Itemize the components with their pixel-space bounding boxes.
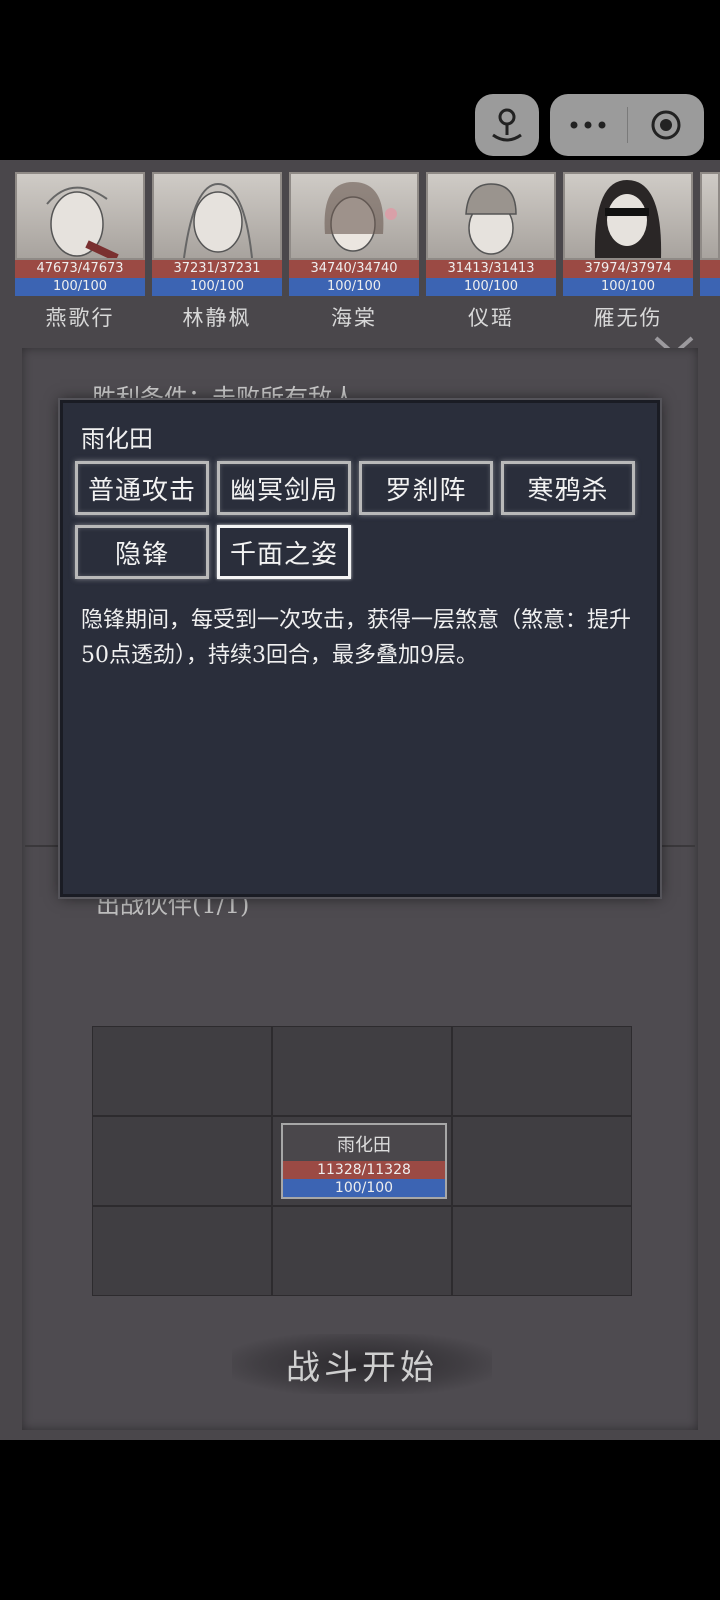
hero-portrait (563, 172, 693, 260)
hero-portrait (426, 172, 556, 260)
more-dots-icon (570, 121, 606, 129)
formation-cell[interactable] (92, 1026, 272, 1116)
hero-roster: 47673/47673 100/100 燕歌行 37231/37231 100/… (15, 172, 720, 342)
hero-card[interactable]: 31413/31413 100/100 仪瑶 (426, 172, 556, 330)
joystick-button[interactable] (475, 94, 539, 156)
hero-card[interactable]: 34740/34740 100/100 海棠 (289, 172, 419, 330)
hero-name: 海棠 (331, 306, 377, 330)
unit-hp-bar: 11328/11328 (283, 1161, 445, 1179)
hero-card[interactable]: 37231/37231 100/100 林静枫 (152, 172, 282, 330)
hero-card[interactable]: 37974/37974 100/100 雁无伤 (563, 172, 693, 330)
hero-portrait (15, 172, 145, 260)
close-button[interactable] (628, 94, 705, 156)
hero-card-partial[interactable] (700, 172, 720, 302)
skill-button[interactable]: 普通攻击 (75, 461, 209, 515)
hero-hp-bar: 47673/47673 (15, 260, 145, 278)
hero-hp-bar: 34740/34740 (289, 260, 419, 278)
skill-dialog: 雨化田 普通攻击 幽冥剑局 罗刹阵 寒鸦杀 隐锋 千面之姿 隐锋期间，每受到一次… (60, 400, 660, 897)
hero-mp-bar: 100/100 (289, 278, 419, 296)
unit-mp-bar: 100/100 (283, 1179, 445, 1197)
formation-cell[interactable] (452, 1116, 632, 1206)
unit-name: 雨化田 (337, 1135, 391, 1156)
formation-cell[interactable] (92, 1206, 272, 1296)
skill-button[interactable]: 幽冥剑局 (217, 461, 351, 515)
hero-mp-bar: 100/100 (152, 278, 282, 296)
hero-card[interactable]: 47673/47673 100/100 燕歌行 (15, 172, 145, 330)
hero-hp-bar: 37974/37974 (563, 260, 693, 278)
capsule-menu (550, 94, 704, 156)
skill-description: 隐锋期间，每受到一次攻击，获得一层煞意（煞意：提升50点透劲），持续3回合，最多… (81, 608, 632, 668)
hero-name: 燕歌行 (45, 306, 115, 330)
joystick-icon (492, 108, 522, 142)
skill-button[interactable]: 罗刹阵 (359, 461, 493, 515)
hero-mp-bar (700, 278, 720, 296)
hero-portrait (289, 172, 419, 260)
dialog-title: 雨化田 (81, 425, 153, 453)
unit-card[interactable]: 雨化田 11328/11328 100/100 (281, 1123, 447, 1199)
skill-button[interactable]: 隐锋 (75, 525, 209, 579)
skill-button-selected[interactable]: 千面之姿 (217, 525, 351, 579)
skill-button[interactable]: 寒鸦杀 (501, 461, 635, 515)
hero-name: 仪瑶 (468, 306, 514, 330)
hero-mp-bar: 100/100 (15, 278, 145, 296)
hero-portrait (700, 172, 720, 260)
hero-hp-bar: 31413/31413 (426, 260, 556, 278)
formation-cell[interactable] (452, 1026, 632, 1116)
hero-name: 林静枫 (182, 306, 252, 330)
hero-mp-bar: 100/100 (563, 278, 693, 296)
start-battle-button[interactable]: 战斗开始 (232, 1334, 492, 1394)
more-button[interactable] (550, 94, 627, 156)
formation-cell[interactable] (272, 1206, 452, 1296)
hero-hp-bar (700, 260, 720, 278)
hero-hp-bar: 37231/37231 (152, 260, 282, 278)
hero-portrait (152, 172, 282, 260)
target-circle-icon (651, 110, 681, 140)
formation-cell[interactable] (92, 1116, 272, 1206)
hero-name: 雁无伤 (593, 306, 663, 330)
formation-cell[interactable] (272, 1026, 452, 1116)
hero-mp-bar: 100/100 (426, 278, 556, 296)
formation-cell[interactable] (452, 1206, 632, 1296)
